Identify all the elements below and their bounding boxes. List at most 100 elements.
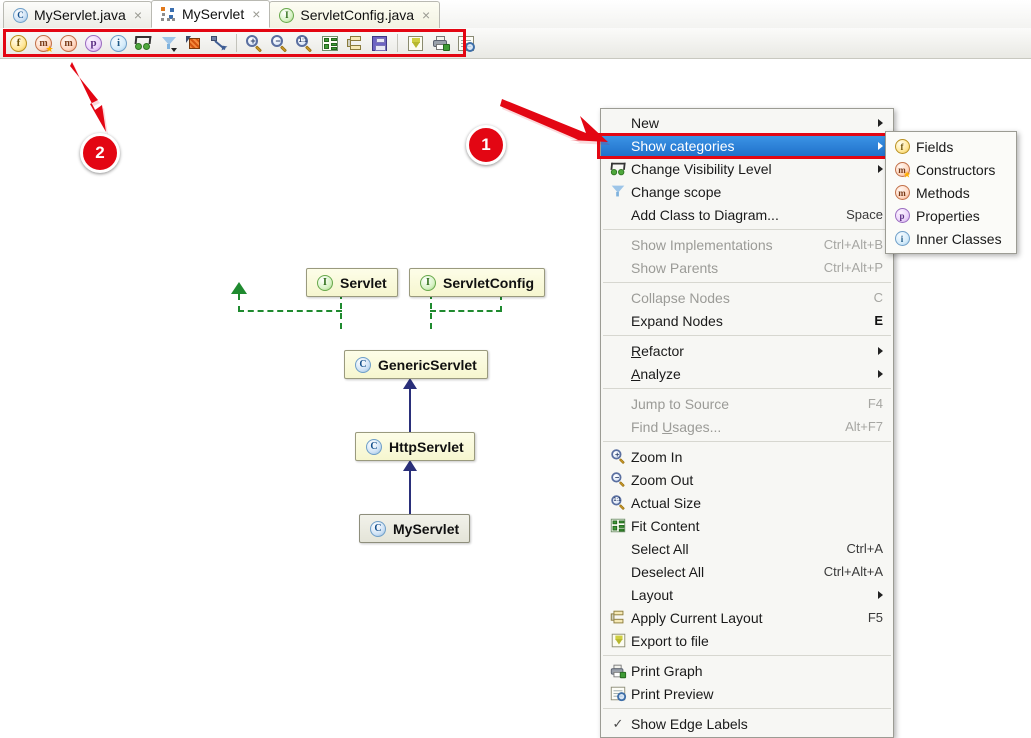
menu-item-label: Change scope [631, 183, 722, 200]
submenu-item-inner-classes[interactable]: i Inner Classes [886, 227, 1016, 250]
export-icon [408, 35, 423, 51]
submenu-item-properties[interactable]: p Properties [886, 204, 1016, 227]
chevron-right-icon [878, 369, 883, 378]
edge-genericservlet-servlet-h [238, 310, 342, 312]
submenu-item-fields[interactable]: f Fields [886, 135, 1016, 158]
arrowhead-extends-genericservlet [403, 378, 417, 389]
close-icon[interactable]: × [422, 8, 430, 22]
show-constructors-toggle[interactable]: m [31, 31, 56, 55]
menu-item-label: Deselect All [631, 563, 705, 580]
actual-size-icon: 1:1 [609, 494, 627, 511]
constructors-icon: m [894, 162, 911, 178]
menu-item-export-to-file[interactable]: Export to file [601, 629, 893, 652]
menu-item-label: Change Visibility Level [631, 160, 772, 177]
menu-item-change-scope[interactable]: Change scope [601, 180, 893, 203]
menu-item-apply-current-layout[interactable]: Apply Current Layout F5 [601, 606, 893, 629]
zoom-in-button[interactable]: + [242, 31, 267, 55]
menu-item-find-usages: Find Usages... Alt+F7 [601, 415, 893, 438]
actual-size-button[interactable]: 1:1 [292, 31, 317, 55]
print-graph-button[interactable] [428, 31, 453, 55]
submenu-item-methods[interactable]: m Methods [886, 181, 1016, 204]
tab-servletconfig-java[interactable]: I ServletConfig.java × [269, 1, 441, 28]
menu-item-label: Select All [631, 540, 689, 557]
fields-icon: f [894, 139, 910, 154]
save-button[interactable] [367, 31, 392, 55]
diagonal-arrow-icon [210, 35, 227, 51]
change-visibility-level-button[interactable] [131, 31, 156, 55]
node-select-icon [185, 35, 202, 51]
tab-label: MyServlet [182, 6, 245, 22]
menu-item-layout[interactable]: Layout [601, 583, 893, 606]
menu-item-select-all[interactable]: Select All Ctrl+A [601, 537, 893, 560]
menu-item-expand-nodes[interactable]: Expand Nodes E [601, 309, 893, 332]
close-icon[interactable]: × [252, 7, 260, 21]
export-icon [609, 633, 627, 648]
add-class-to-diagram-button[interactable] [181, 31, 206, 55]
submenu-item-label: Fields [916, 138, 954, 155]
menu-item-analyze[interactable]: Analyze [601, 362, 893, 385]
show-inner-classes-toggle[interactable]: i [106, 31, 131, 55]
interface-icon-glyph: I [279, 7, 295, 23]
mnemonic-letter: R [631, 342, 642, 359]
diagram-node-servlet[interactable]: I Servlet [306, 268, 398, 297]
show-edges-button[interactable] [206, 31, 231, 55]
fit-content-button[interactable] [317, 31, 342, 55]
submenu-item-label: Constructors [916, 161, 996, 178]
print-preview-button[interactable] [453, 31, 478, 55]
node-label: MyServlet [393, 520, 460, 537]
constructors-icon: m [35, 34, 53, 53]
menu-item-change-visibility-level[interactable]: Change Visibility Level [601, 157, 893, 180]
menu-item-zoom-in[interactable]: + Zoom In [601, 445, 893, 468]
menu-item-label: Refactor [627, 343, 870, 359]
apply-current-layout-button[interactable] [342, 31, 367, 55]
visibility-glasses-icon [134, 36, 152, 50]
zoom-out-button[interactable]: − [267, 31, 292, 55]
arrowhead-extends-httpservlet [403, 460, 417, 471]
menu-separator [603, 282, 891, 283]
menu-item-show-edge-labels[interactable]: ✓ Show Edge Labels [601, 712, 893, 735]
menu-item-deselect-all[interactable]: Deselect All Ctrl+Alt+A [601, 560, 893, 583]
menu-item-print-preview[interactable]: Print Preview [601, 682, 893, 705]
methods-icon: m [60, 34, 77, 52]
diagram-node-myservlet[interactable]: C MyServlet [359, 514, 471, 543]
show-fields-toggle[interactable]: f [6, 31, 31, 55]
tab-myservlet-java[interactable]: C MyServlet.java × [3, 1, 152, 28]
change-scope-button[interactable] [156, 31, 181, 55]
menu-item-show-implementations: Show Implementations Ctrl+Alt+B [601, 233, 893, 256]
menu-item-zoom-out[interactable]: − Zoom Out [601, 468, 893, 491]
badge-number: 2 [95, 143, 105, 162]
menu-item-label: Fit Content [631, 517, 700, 534]
menu-item-fit-content[interactable]: Fit Content [601, 514, 893, 537]
properties-icon: p [85, 34, 102, 52]
floppy-icon [372, 35, 387, 51]
menu-item-label: Export to file [631, 632, 709, 649]
zoom-in-icon: + [609, 448, 627, 465]
menu-item-accelerator: Ctrl+Alt+A [823, 564, 883, 579]
diagram-icon [161, 6, 176, 22]
show-methods-toggle[interactable]: m [56, 31, 81, 55]
export-to-file-button[interactable] [403, 31, 428, 55]
menu-item-label: Collapse Nodes [631, 289, 730, 306]
menu-item-label: Layout [631, 586, 674, 603]
tab-myservlet-diagram[interactable]: MyServlet × [151, 0, 271, 28]
submenu-item-constructors[interactable]: m Constructors [886, 158, 1016, 181]
menu-item-new[interactable]: New [601, 111, 893, 134]
diagram-node-servletconfig[interactable]: I ServletConfig [409, 268, 546, 297]
zoom-out-icon: − [609, 471, 627, 488]
menu-item-actual-size[interactable]: 1:1 Actual Size [601, 491, 893, 514]
menu-item-show-categories[interactable]: Show categories [601, 134, 893, 157]
menu-item-accelerator: C [873, 290, 883, 305]
menu-item-add-class-to-diagram[interactable]: Add Class to Diagram... Space [601, 203, 893, 226]
diagram-node-genericservlet[interactable]: C GenericServlet [344, 350, 488, 379]
menu-item-label: Print Preview [631, 685, 714, 702]
show-properties-toggle[interactable]: p [81, 31, 106, 55]
menu-item-accelerator: Ctrl+Alt+B [823, 237, 883, 252]
close-icon[interactable]: × [134, 8, 142, 22]
edge-genericservlet-servlet-v2 [238, 294, 240, 312]
menu-item-label: Jump to Source [631, 395, 730, 412]
menu-item-print-graph[interactable]: Print Graph [601, 659, 893, 682]
diagram-node-httpservlet[interactable]: C HttpServlet [355, 432, 475, 461]
menu-item-label: Apply Current Layout [631, 609, 763, 626]
editor-tab-bar: C MyServlet.java × MyServlet × I Servlet… [0, 0, 1031, 29]
menu-item-refactor[interactable]: Refactor [601, 339, 893, 362]
